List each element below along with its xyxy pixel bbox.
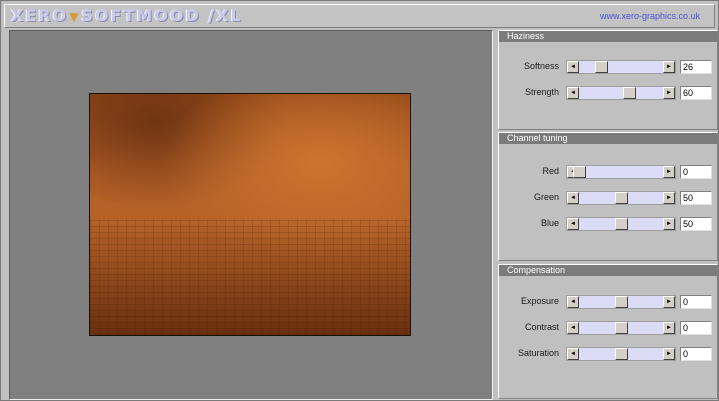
- slider-row-contrast: Contrast ◄ ► 0: [499, 321, 717, 335]
- slider-row-exposure: Exposure ◄ ► 0: [499, 295, 717, 309]
- arrow-left-icon[interactable]: ◄: [567, 348, 579, 360]
- plugin-window: XERO▼SOFTMOOD /XL www.xero-graphics.co.u…: [0, 0, 719, 401]
- saturation-slider[interactable]: ◄ ►: [566, 347, 676, 361]
- arrow-right-icon[interactable]: ►: [663, 166, 675, 178]
- panel-title: Channel tuning: [499, 133, 717, 144]
- exposure-value-field[interactable]: 0: [680, 295, 712, 309]
- green-label: Green: [533, 192, 559, 202]
- slider-thumb[interactable]: [615, 296, 628, 308]
- slider-track[interactable]: [579, 192, 663, 204]
- arrow-left-icon[interactable]: ◄: [567, 192, 579, 204]
- app-logo: XERO▼SOFTMOOD /XL: [11, 6, 243, 25]
- slider-thumb[interactable]: [623, 87, 637, 99]
- arrow-right-icon[interactable]: ►: [663, 61, 675, 73]
- channel-tuning-panel: Channel tuning Red◄►0 Green◄►50 Blue◄►50: [498, 132, 718, 261]
- arrow-left-icon[interactable]: ◄: [567, 296, 579, 308]
- slider-track[interactable]: [579, 61, 663, 73]
- arrow-right-icon[interactable]: ►: [663, 322, 675, 334]
- slider-track[interactable]: [579, 348, 663, 360]
- logo-triangle-icon: ▼: [69, 10, 81, 24]
- slider-thumb[interactable]: [615, 218, 628, 230]
- logo-word: XERO: [11, 6, 69, 25]
- arrow-right-icon[interactable]: ►: [663, 296, 675, 308]
- saturation-label: Saturation: [517, 348, 559, 358]
- blue-label: Blue: [540, 218, 559, 228]
- strength-slider[interactable]: ◄ ►: [566, 86, 676, 100]
- red-value-field[interactable]: 0: [680, 165, 712, 179]
- slider-row-blue: Blue ◄ ► 50: [499, 217, 717, 231]
- slider-row-softness: Softness ◄ ► 26: [499, 60, 717, 74]
- contrast-slider[interactable]: ◄ ►: [566, 321, 676, 335]
- strength-value-field[interactable]: 60: [680, 86, 712, 100]
- slider-row-green: Green ◄ ► 50: [499, 191, 717, 205]
- slider-track[interactable]: [579, 87, 663, 99]
- preview-area: [9, 30, 493, 400]
- slider-thumb[interactable]: [573, 166, 586, 178]
- exposure-slider[interactable]: ◄ ►: [566, 295, 676, 309]
- arrow-left-icon[interactable]: ◄: [567, 218, 579, 230]
- slider-row-saturation: Saturation ◄ ► 0: [499, 347, 717, 361]
- saturation-value-field[interactable]: 0: [680, 347, 712, 361]
- panel-title: Haziness: [499, 31, 717, 42]
- slider-thumb[interactable]: [594, 61, 608, 73]
- blue-value-field[interactable]: 50: [680, 217, 712, 231]
- header-bar: XERO▼SOFTMOOD /XL www.xero-graphics.co.u…: [4, 4, 715, 28]
- arrow-left-icon[interactable]: ◄: [567, 61, 579, 73]
- green-value-field[interactable]: 50: [680, 191, 712, 205]
- arrow-right-icon[interactable]: ►: [663, 87, 675, 99]
- blue-slider[interactable]: ◄ ►: [566, 217, 676, 231]
- slider-thumb[interactable]: [615, 192, 628, 204]
- panel-title: Compensation: [499, 265, 717, 276]
- slider-thumb[interactable]: [615, 322, 628, 334]
- preview-image-floor: [90, 219, 410, 335]
- slider-thumb[interactable]: [615, 348, 628, 360]
- exposure-label: Exposure: [520, 296, 559, 306]
- preview-image: [89, 93, 411, 336]
- green-slider[interactable]: ◄ ►: [566, 191, 676, 205]
- red-slider[interactable]: ◄►: [566, 165, 676, 179]
- softness-slider[interactable]: ◄ ►: [566, 60, 676, 74]
- strength-label: Strength: [524, 87, 559, 97]
- slider-row-strength: Strength ◄ ► 60: [499, 86, 717, 100]
- contrast-label: Contrast: [524, 322, 559, 332]
- compensation-panel: Compensation Exposure ◄ ► 0 Contrast ◄ ► 0 Sat…: [498, 264, 718, 399]
- slider-track[interactable]: [579, 322, 663, 334]
- slider-track[interactable]: [579, 218, 663, 230]
- red-label: Red: [542, 166, 559, 176]
- arrow-right-icon[interactable]: ►: [663, 218, 675, 230]
- slider-row-red: Red ◄► 0: [499, 165, 717, 179]
- arrow-right-icon[interactable]: ►: [663, 192, 675, 204]
- softness-label: Softness: [523, 61, 559, 71]
- contrast-value-field[interactable]: 0: [680, 321, 712, 335]
- slider-track[interactable]: [579, 296, 663, 308]
- website-link[interactable]: www.xero-graphics.co.uk: [600, 11, 700, 21]
- haziness-panel: Haziness Softness ◄ ► 26 Strength ◄ ► 60: [498, 30, 718, 130]
- logo-tail: SOFTMOOD /XL: [81, 6, 243, 25]
- arrow-right-icon[interactable]: ►: [663, 348, 675, 360]
- softness-value-field[interactable]: 26: [680, 60, 712, 74]
- slider-track[interactable]: [573, 166, 663, 178]
- arrow-left-icon[interactable]: ◄: [567, 322, 579, 334]
- arrow-left-icon[interactable]: ◄: [567, 87, 579, 99]
